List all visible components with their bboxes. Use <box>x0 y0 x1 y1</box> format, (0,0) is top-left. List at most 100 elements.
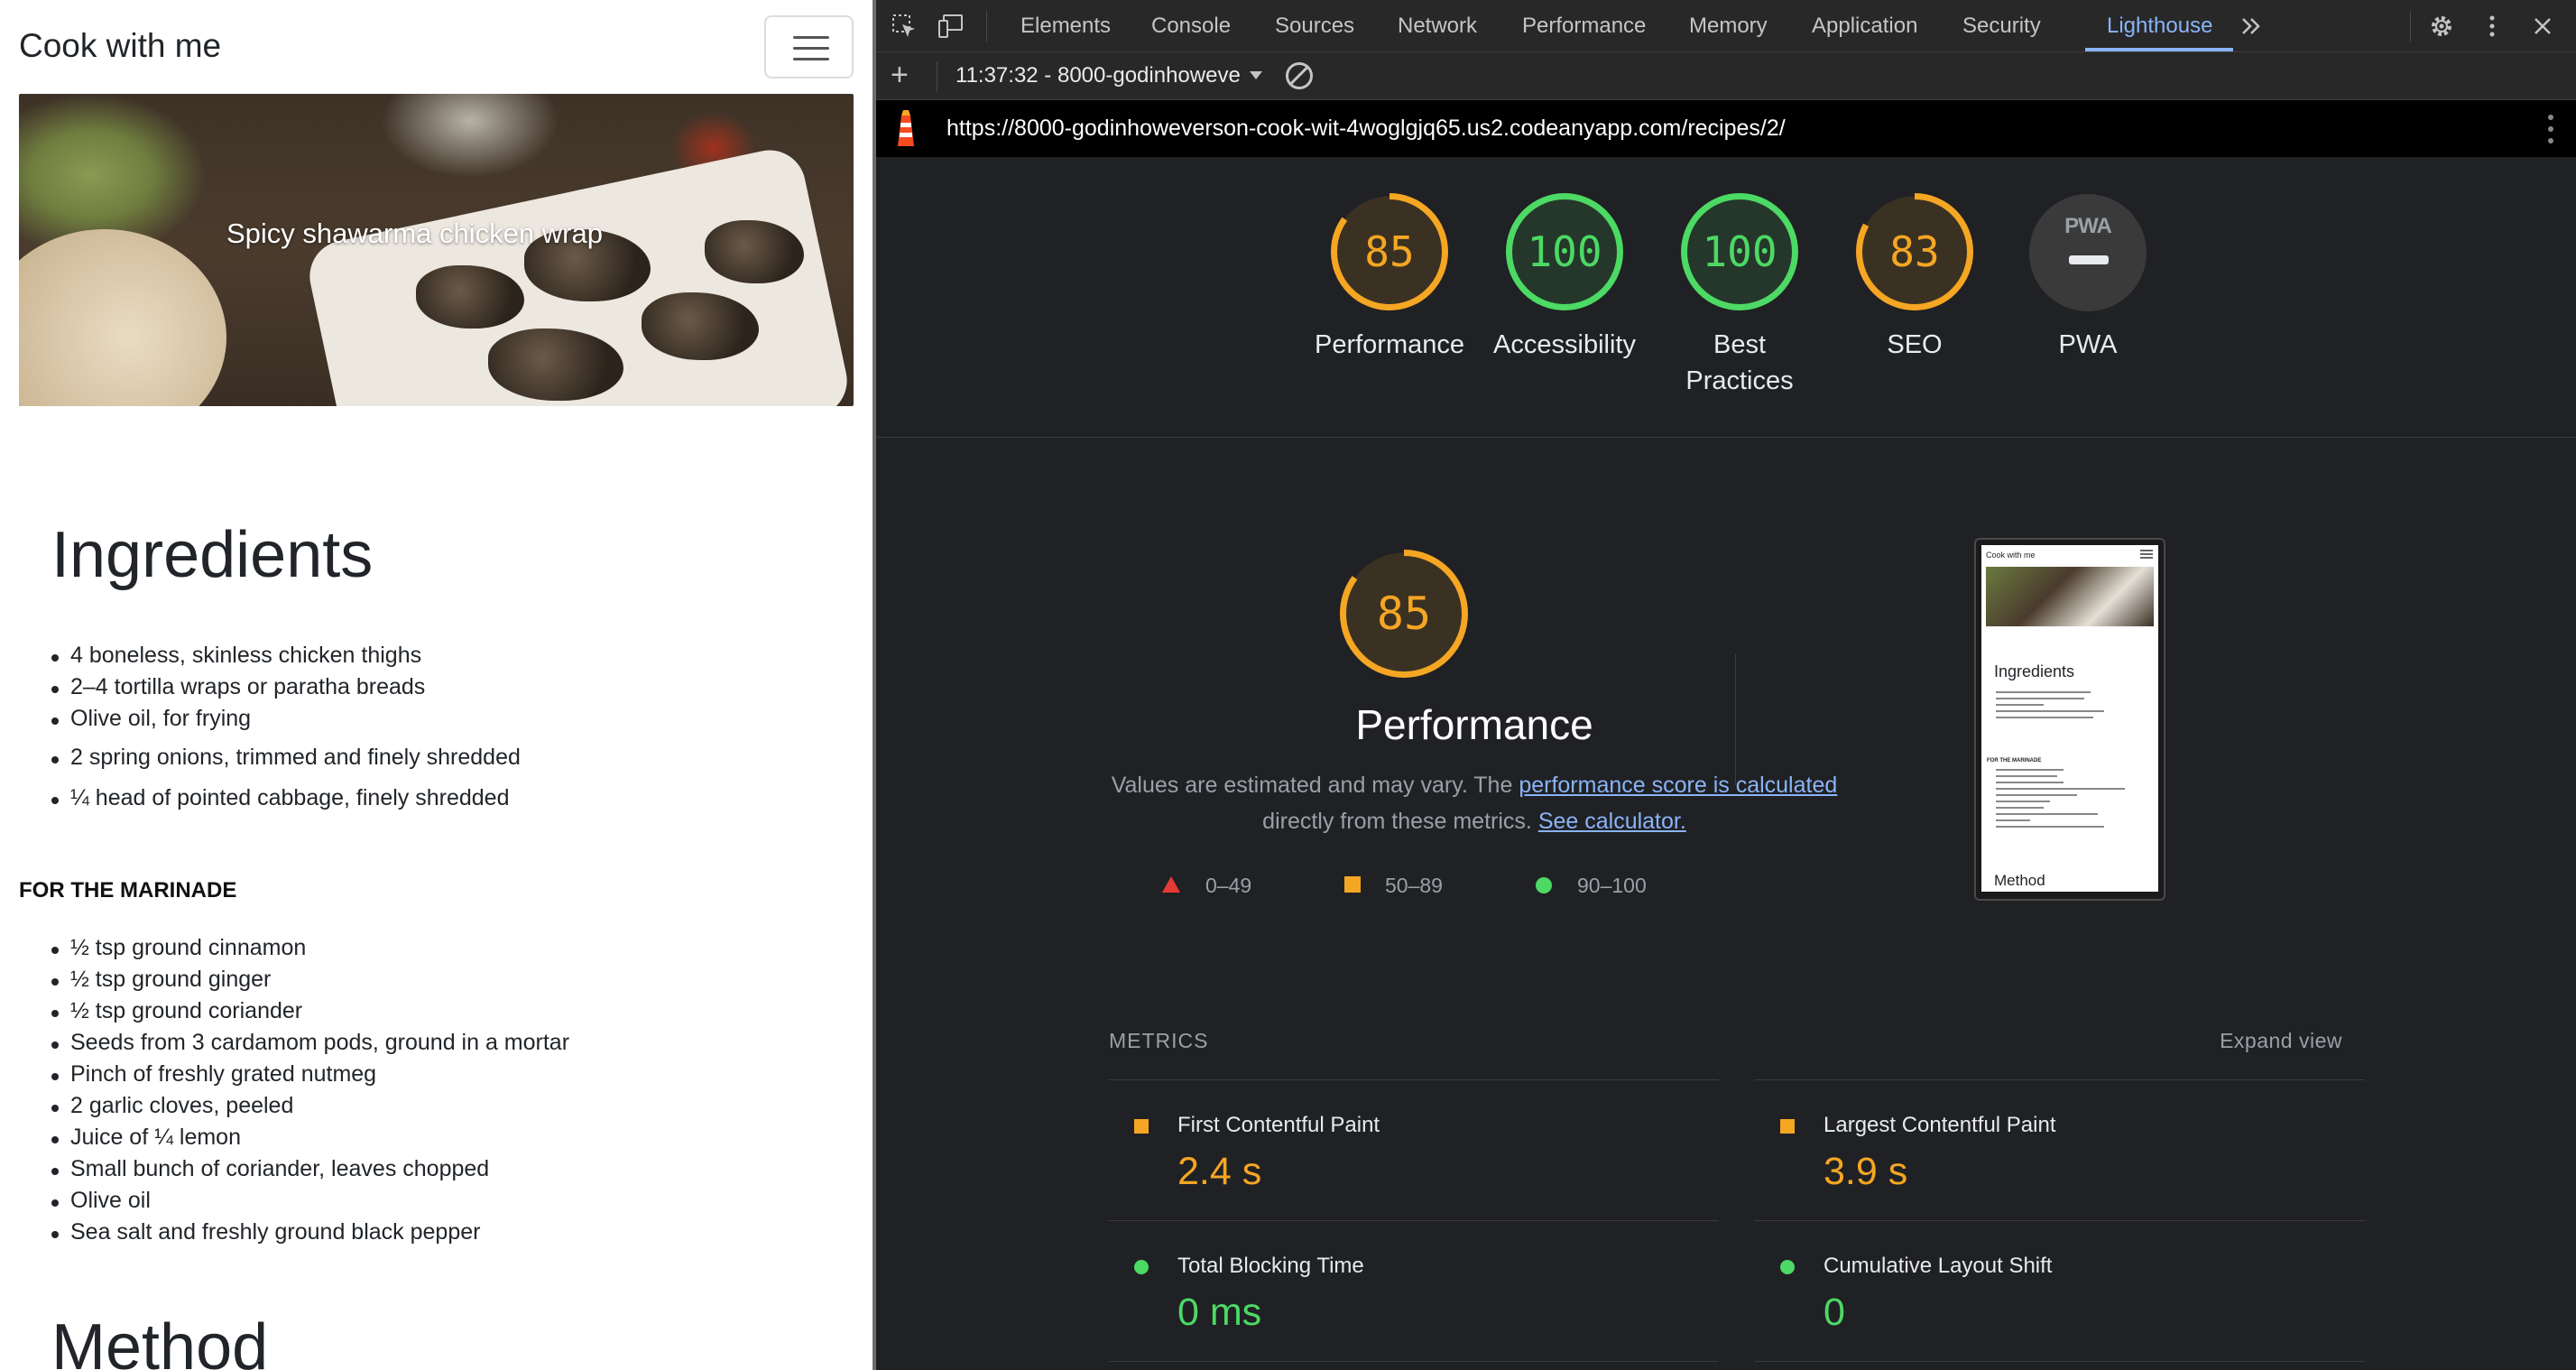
performance-title: Performance <box>1355 701 1593 748</box>
metric-label: Cumulative Layout Shift <box>1824 1254 2053 1278</box>
device-toolbar-icon[interactable] <box>937 13 965 40</box>
metric-largest-contentful-paint: Largest Contentful Paint 3.9 s <box>1755 1079 2365 1220</box>
ingredients-heading: Ingredients <box>51 519 374 591</box>
gauge-score: 83 <box>1889 227 1940 276</box>
pass-icon <box>1780 1260 1795 1274</box>
metric-cumulative-layout-shift: Cumulative Layout Shift 0 <box>1755 1220 2365 1361</box>
performance-description: Values are estimated and may vary. The p… <box>1111 773 1838 834</box>
tab-memory[interactable]: Memory <box>1689 14 1768 39</box>
metric-value: 2.4 s <box>1177 1150 1262 1193</box>
metric-value: 3.9 s <box>1824 1150 1908 1193</box>
method-heading: Method <box>51 1311 269 1370</box>
inspect-element-icon[interactable] <box>891 13 918 40</box>
gauge-score: 100 <box>1702 227 1777 276</box>
gauge-performance[interactable]: 85 <box>1329 191 1450 312</box>
list-item: Small bunch of coriander, leaves chopped <box>51 1156 569 1188</box>
list-item: Pinch of freshly grated nutmeg <box>51 1061 569 1093</box>
list-item: ¼ head of pointed cabbage, finely shredd… <box>51 785 521 817</box>
gauge-pwa[interactable]: PWA <box>2029 194 2147 311</box>
gauge-label: Accessibility <box>1493 330 1636 359</box>
site-brand[interactable]: Cook with me <box>19 27 221 65</box>
gauge-seo[interactable]: 83 <box>1854 191 1975 312</box>
legend-pass-icon <box>1536 877 1552 893</box>
calculator-link[interactable]: See calculator. <box>1538 809 1686 834</box>
tab-lighthouse[interactable]: Lighthouse <box>2107 14 2212 39</box>
close-icon[interactable] <box>2529 13 2556 40</box>
report-selector[interactable]: 11:37:32 - 8000-godinhoweve <box>956 63 1241 88</box>
list-item: 2–4 tortilla wraps or paratha breads <box>51 674 521 706</box>
navbar-toggler-button[interactable] <box>764 15 854 79</box>
hamburger-icon <box>793 36 829 39</box>
tab-security[interactable]: Security <box>1962 14 2041 39</box>
recipe-hero-image: Spicy shawarma chicken wrap <box>19 94 854 406</box>
gauge-best-practices[interactable]: 100 <box>1679 191 1800 312</box>
list-item: Sea salt and freshly ground black pepper <box>51 1219 569 1251</box>
legend-pass: 90–100 <box>1577 874 1647 897</box>
marinade-heading: FOR THE MARINADE <box>19 878 237 903</box>
gauge-score: 85 <box>1376 588 1432 640</box>
divider <box>1735 653 1736 785</box>
list-item: 4 boneless, skinless chicken thighs <box>51 643 521 674</box>
divider <box>876 437 2576 438</box>
average-icon <box>1134 1119 1149 1134</box>
list-item: ½ tsp ground ginger <box>51 967 569 998</box>
more-options-icon[interactable] <box>2548 115 2553 143</box>
tab-network[interactable]: Network <box>1398 14 1477 39</box>
metrics-heading: METRICS <box>1109 1029 1209 1052</box>
list-item: 2 spring onions, trimmed and finely shre… <box>51 745 521 785</box>
list-item: Seeds from 3 cardamom pods, ground in a … <box>51 1030 569 1061</box>
metric-label: Largest Contentful Paint <box>1824 1113 2056 1137</box>
plus-icon[interactable]: + <box>891 60 909 90</box>
gauge-score: 85 <box>1364 227 1415 276</box>
chevron-down-icon[interactable] <box>1250 71 1262 79</box>
tab-performance[interactable]: Performance <box>1522 14 1646 39</box>
devtools-tabbar: Elements Console Sources Network Perform… <box>876 0 2576 52</box>
legend-fail: 0–49 <box>1205 874 1252 897</box>
tab-sources[interactable]: Sources <box>1275 14 1354 39</box>
lighthouse-logo-icon <box>898 110 914 146</box>
gauge-label: Performance <box>1314 330 1464 359</box>
gauge-label: Best Practices <box>1685 330 1794 395</box>
tab-console[interactable]: Console <box>1151 14 1231 39</box>
legend-average-icon <box>1344 876 1361 893</box>
report-url-bar: https://8000-godinhoweverson-cook-wit-4w… <box>876 100 2576 157</box>
site-preview: Cook with me Spicy shawarma chicken wrap… <box>0 0 873 1370</box>
metric-value: 0 ms <box>1177 1291 1262 1334</box>
gauge-label: SEO <box>1887 330 1943 359</box>
performance-score-link[interactable]: performance score is calculated <box>1519 773 1837 798</box>
tab-elements[interactable]: Elements <box>1020 14 1111 39</box>
tab-application[interactable]: Application <box>1812 14 1917 39</box>
gauge-label: PWA <box>2058 330 2118 359</box>
legend-average: 50–89 <box>1385 874 1443 897</box>
expand-view-button[interactable]: Expand view <box>2162 1029 2342 1053</box>
list-item: 2 garlic cloves, peeled <box>51 1093 569 1125</box>
metric-total-blocking-time: Total Blocking Time 0 ms <box>1109 1220 1719 1361</box>
gauge-accessibility[interactable]: 100 <box>1504 191 1625 312</box>
list-item: Olive oil, for frying <box>51 706 521 745</box>
chevron-double-right-icon[interactable] <box>2239 13 2266 40</box>
lighthouse-toolbar: + 11:37:32 - 8000-godinhoweve <box>876 52 2576 100</box>
report-url[interactable]: https://8000-godinhoweverson-cook-wit-4w… <box>946 116 1786 142</box>
gear-icon[interactable] <box>2428 13 2455 40</box>
hamburger-icon <box>2140 550 2153 559</box>
list-item: ½ tsp ground coriander <box>51 998 569 1030</box>
list-item: ½ tsp ground cinnamon <box>51 935 569 967</box>
clear-icon[interactable] <box>1286 62 1313 89</box>
page-screenshot-thumbnail[interactable]: Cook with me Ingredients FOR THE MARINAD… <box>1974 538 2165 901</box>
devtools-panel: Elements Console Sources Network Perform… <box>876 0 2576 1370</box>
marinade-list: ½ tsp ground cinnamon ½ tsp ground ginge… <box>51 935 569 1251</box>
legend-fail-icon <box>1162 876 1180 893</box>
average-icon <box>1780 1119 1795 1134</box>
metric-first-contentful-paint: First Contentful Paint 2.4 s <box>1109 1079 1719 1220</box>
more-options-icon[interactable] <box>2479 13 2506 40</box>
list-item: Juice of ¼ lemon <box>51 1125 569 1156</box>
pwa-dash-icon <box>2069 255 2109 264</box>
gauge-performance-large: 85 <box>1338 548 1470 680</box>
active-tab-indicator <box>2085 48 2233 51</box>
gauge-score: 100 <box>1527 227 1602 276</box>
metric-label: First Contentful Paint <box>1177 1113 1380 1137</box>
pwa-badge: PWA <box>2064 214 2112 238</box>
list-item: Olive oil <box>51 1188 569 1219</box>
metric-label: Total Blocking Time <box>1177 1254 1364 1278</box>
site-navbar: Cook with me <box>0 0 873 94</box>
